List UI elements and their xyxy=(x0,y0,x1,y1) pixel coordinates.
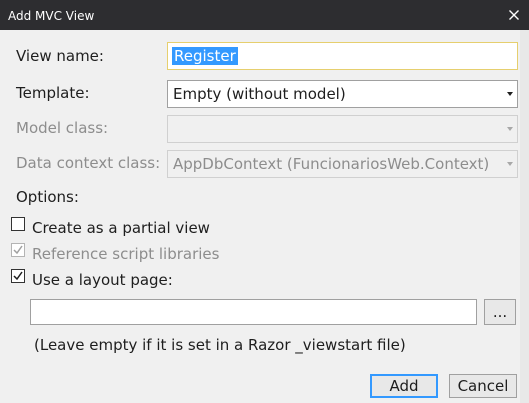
model-class-label: Model class: xyxy=(16,119,109,137)
options-heading: Options: xyxy=(16,188,79,206)
template-combobox[interactable]: Empty (without model) xyxy=(167,80,518,108)
cancel-button[interactable]: Cancel xyxy=(449,374,517,398)
add-button[interactable]: Add xyxy=(370,374,438,398)
window-edge xyxy=(520,30,529,403)
chevron-down-icon xyxy=(507,92,513,96)
partial-view-checkbox[interactable] xyxy=(11,217,25,231)
layout-page-label[interactable]: Use a layout page: xyxy=(32,271,173,289)
close-icon xyxy=(509,10,519,20)
browse-button[interactable]: ... xyxy=(484,299,516,325)
data-context-combobox[interactable]: AppDbContext (FuncionariosWeb.Context) xyxy=(167,150,518,178)
template-value: Empty (without model) xyxy=(173,85,346,103)
close-button[interactable] xyxy=(499,0,529,30)
checkmark-icon xyxy=(13,271,23,281)
reference-scripts-checkbox[interactable] xyxy=(11,243,25,257)
chevron-down-icon xyxy=(507,162,513,166)
checkmark-icon xyxy=(13,245,23,255)
title-bar[interactable]: Add MVC View xyxy=(0,0,529,30)
data-context-value: AppDbContext (FuncionariosWeb.Context) xyxy=(173,155,490,173)
reference-scripts-label: Reference script libraries xyxy=(32,245,220,263)
model-class-combobox[interactable] xyxy=(167,115,518,143)
view-name-label: View name: xyxy=(16,47,104,65)
layout-page-checkbox[interactable] xyxy=(11,269,25,283)
layout-hint: (Leave empty if it is set in a Razor _vi… xyxy=(34,336,406,354)
window-title: Add MVC View xyxy=(8,9,95,23)
view-name-input[interactable]: Register xyxy=(167,42,518,70)
add-mvc-view-dialog: Add MVC View View name: Register Templat… xyxy=(0,0,529,403)
partial-view-label[interactable]: Create as a partial view xyxy=(32,219,210,237)
template-label: Template: xyxy=(16,84,90,102)
layout-path-input[interactable] xyxy=(30,299,477,325)
chevron-down-icon xyxy=(507,127,513,131)
dialog-body: View name: Register Template: Empty (wit… xyxy=(0,30,529,403)
data-context-label: Data context class: xyxy=(16,154,161,172)
view-name-value: Register xyxy=(172,47,238,65)
